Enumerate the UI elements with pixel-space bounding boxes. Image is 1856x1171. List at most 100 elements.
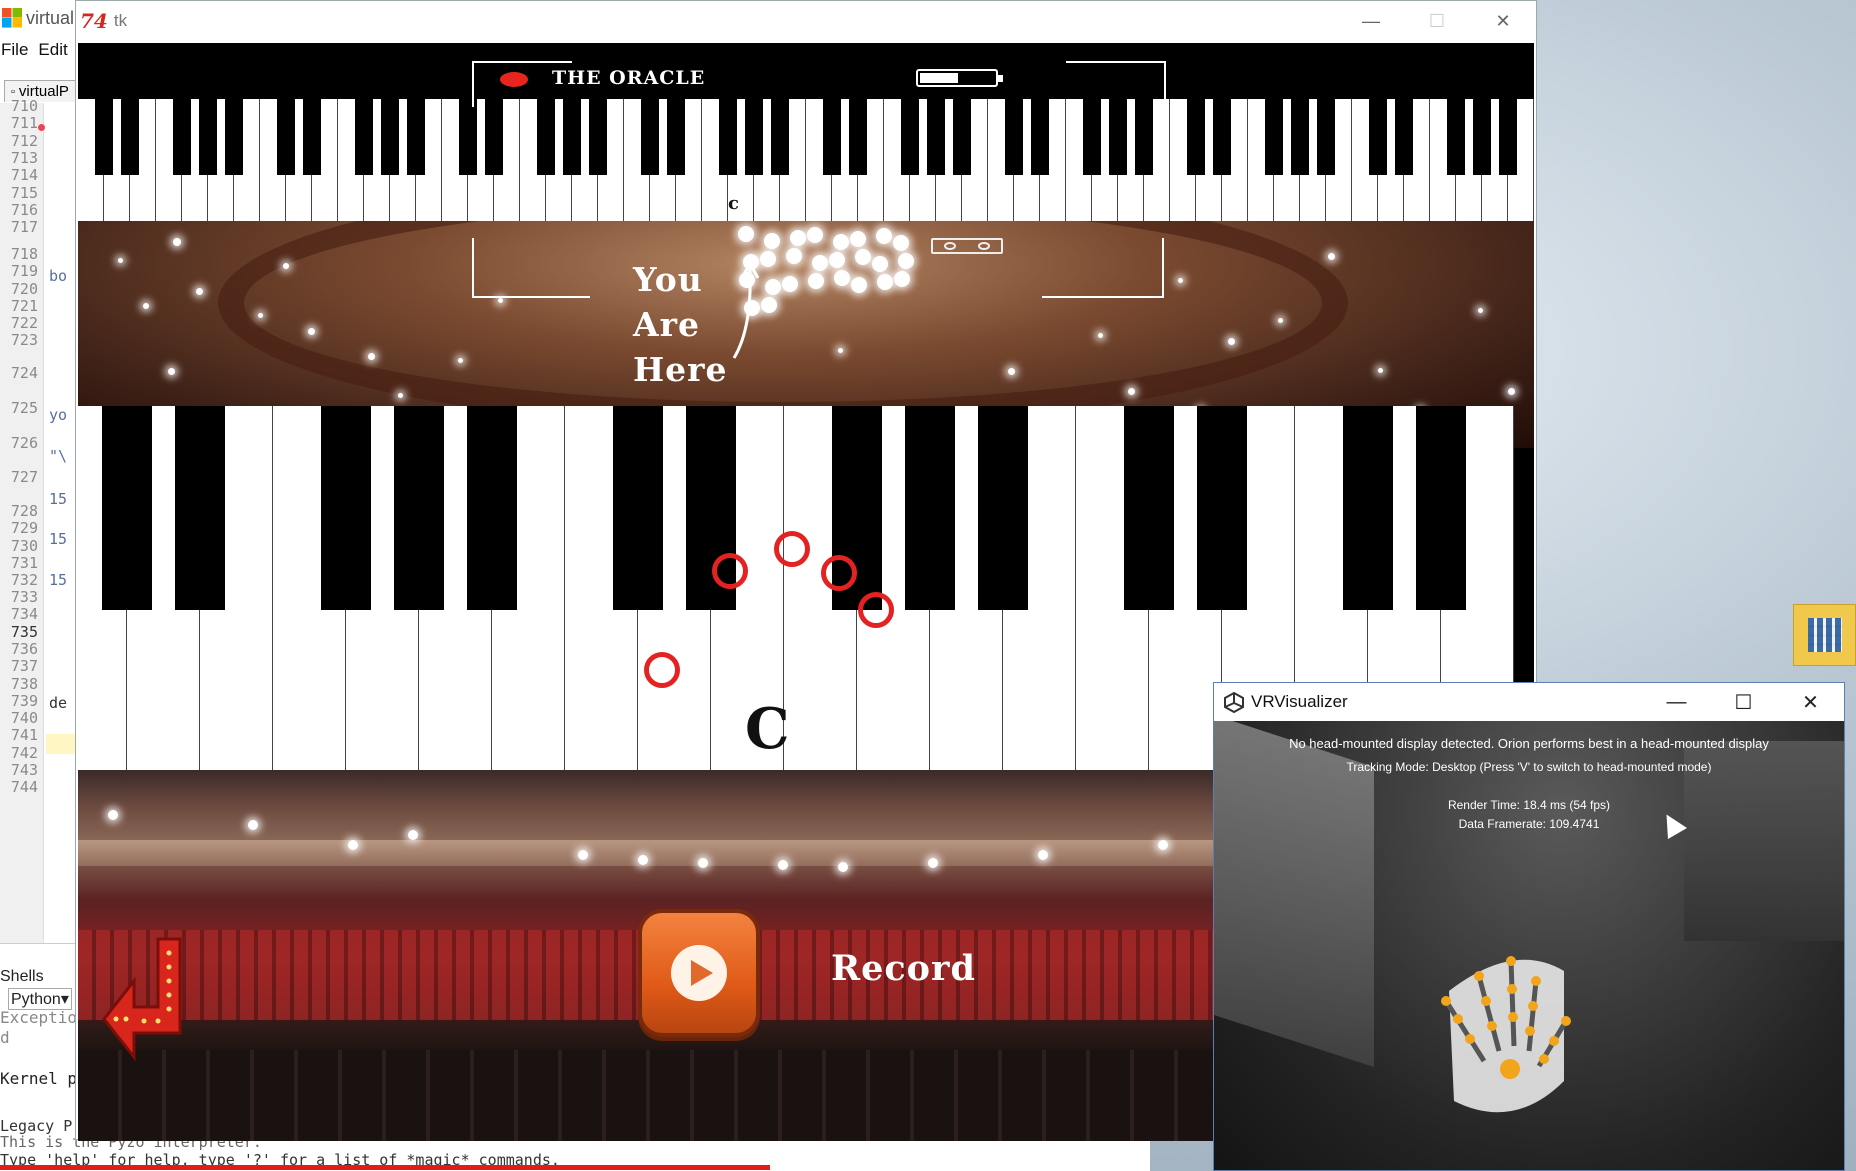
stage-light <box>1378 368 1383 373</box>
black-key[interactable] <box>1447 99 1465 175</box>
editor-menubar: File Edit <box>0 40 68 68</box>
black-key[interactable] <box>1197 406 1247 610</box>
code-fragment[interactable]: bo <box>49 267 67 285</box>
minimize-button[interactable]: — <box>1643 683 1710 721</box>
black-key[interactable] <box>459 99 477 175</box>
minimize-button[interactable]: — <box>1338 1 1404 41</box>
line-number: 738 <box>10 675 38 693</box>
line-number: 726 <box>10 434 38 452</box>
black-key[interactable] <box>173 99 191 175</box>
line-number: 732 <box>10 571 38 589</box>
black-key[interactable] <box>1005 99 1023 175</box>
black-key[interactable] <box>1416 406 1466 610</box>
black-key[interactable] <box>771 99 789 175</box>
current-note-label: C <box>745 696 790 762</box>
hud-frame-corner <box>1066 61 1166 107</box>
black-key[interactable] <box>175 406 225 610</box>
tk-titlebar[interactable]: 74 tk — ☐ ✕ <box>76 1 1536 41</box>
black-key[interactable] <box>467 406 517 610</box>
black-key[interactable] <box>121 99 139 175</box>
line-number: 712 <box>10 132 38 150</box>
black-key[interactable] <box>102 406 152 610</box>
black-key[interactable] <box>1265 99 1283 175</box>
close-button[interactable]: ✕ <box>1470 1 1536 41</box>
black-key[interactable] <box>537 99 555 175</box>
record-label[interactable]: Record <box>831 948 976 989</box>
black-key[interactable] <box>905 406 955 610</box>
black-key[interactable] <box>927 99 945 175</box>
chandelier-light <box>894 271 910 287</box>
black-key[interactable] <box>394 406 444 610</box>
mini-keyboard[interactable] <box>78 99 1534 221</box>
code-fragment[interactable]: "\ <box>49 447 67 465</box>
shell-language-select[interactable]: Python▾ <box>8 988 72 1010</box>
black-key[interactable] <box>225 99 243 175</box>
chandelier-light <box>738 226 754 242</box>
vr-camera-view[interactable]: No head-mounted display detected. Orion … <box>1214 721 1844 1170</box>
black-key[interactable] <box>1291 99 1309 175</box>
black-key[interactable] <box>901 99 919 175</box>
hud-frame-corner <box>472 238 590 298</box>
black-key[interactable] <box>1187 99 1205 175</box>
breakpoint-icon[interactable] <box>38 124 45 131</box>
black-key[interactable] <box>381 99 399 175</box>
unity-logo-icon <box>1224 691 1244 713</box>
back-arrow-icon[interactable] <box>100 935 186 1065</box>
black-key[interactable] <box>849 99 867 175</box>
cassette-icon <box>931 238 1003 254</box>
vr-titlebar[interactable]: VRVisualizer — ☐ ✕ <box>1214 683 1844 721</box>
code-fragment[interactable]: 15 <box>49 530 67 548</box>
line-number: 735 <box>10 623 38 641</box>
stage-light <box>118 258 123 263</box>
black-key[interactable] <box>321 406 371 610</box>
black-key[interactable] <box>719 99 737 175</box>
black-key[interactable] <box>589 99 607 175</box>
black-key[interactable] <box>355 99 373 175</box>
play-button[interactable] <box>638 909 760 1037</box>
menu-file[interactable]: File <box>1 40 28 68</box>
menu-edit[interactable]: Edit <box>38 40 67 68</box>
black-key[interactable] <box>95 99 113 175</box>
code-fragment[interactable]: 15 <box>49 490 67 508</box>
black-key[interactable] <box>823 99 841 175</box>
black-key[interactable] <box>1031 99 1049 175</box>
black-key[interactable] <box>199 99 217 175</box>
stage-light <box>838 348 843 353</box>
black-key[interactable] <box>1317 99 1335 175</box>
black-key[interactable] <box>485 99 503 175</box>
black-key[interactable] <box>667 99 685 175</box>
black-key[interactable] <box>303 99 321 175</box>
stage-light <box>368 353 375 360</box>
finger-tip-marker <box>712 553 748 589</box>
black-key[interactable] <box>1135 99 1153 175</box>
shell-line: Kernel p <box>0 1069 78 1088</box>
close-button[interactable]: ✕ <box>1777 683 1844 721</box>
black-key[interactable] <box>953 99 971 175</box>
black-key[interactable] <box>277 99 295 175</box>
black-key[interactable] <box>1343 406 1393 610</box>
black-key[interactable] <box>1124 406 1174 610</box>
black-key[interactable] <box>978 406 1028 610</box>
line-number: 717 <box>10 218 38 236</box>
black-key[interactable] <box>1083 99 1101 175</box>
black-key[interactable] <box>745 99 763 175</box>
black-key[interactable] <box>1473 99 1491 175</box>
code-fragment[interactable]: 15 <box>49 571 67 589</box>
video-progress-bar[interactable] <box>0 1165 770 1170</box>
black-key[interactable] <box>1109 99 1127 175</box>
black-key[interactable] <box>1213 99 1231 175</box>
code-fragment[interactable]: de <box>49 694 67 712</box>
black-key[interactable] <box>1369 99 1387 175</box>
black-key[interactable] <box>1395 99 1413 175</box>
maximize-button[interactable]: ☐ <box>1710 683 1777 721</box>
chandelier-light <box>833 234 849 250</box>
maximize-button[interactable]: ☐ <box>1404 1 1470 41</box>
black-key[interactable] <box>407 99 425 175</box>
black-key[interactable] <box>613 406 663 610</box>
black-key[interactable] <box>1499 99 1517 175</box>
code-fragment[interactable]: yo <box>49 406 67 424</box>
black-key[interactable] <box>641 99 659 175</box>
black-key[interactable] <box>563 99 581 175</box>
desktop-shortcut-icon[interactable] <box>1793 604 1856 666</box>
line-number: 729 <box>10 519 38 537</box>
